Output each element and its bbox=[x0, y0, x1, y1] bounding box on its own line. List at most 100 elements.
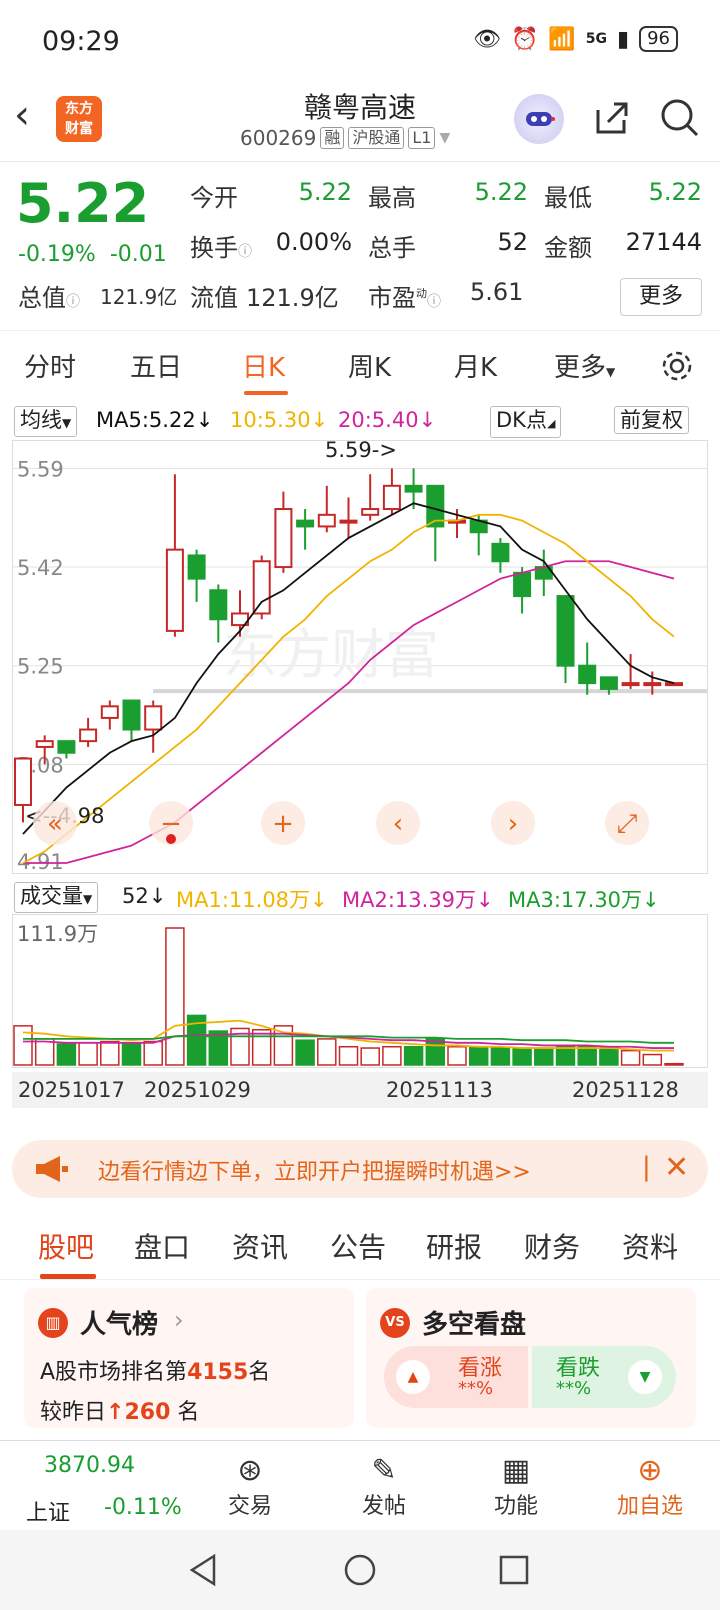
bullish-button[interactable]: ▲ 看涨 **% bbox=[384, 1346, 528, 1408]
volume-svg: 111.9万 bbox=[13, 922, 684, 1066]
volume-bar bbox=[251, 1029, 272, 1066]
pe-sup: 动 bbox=[416, 287, 427, 300]
bottom-bar: 3870.94 上证 -0.11% ⊛ 交易 ✎ 发帖 ▦ 功能 ⊕ 加自选 bbox=[0, 1440, 720, 1540]
nav-function[interactable]: ▦ 功能 bbox=[466, 1453, 566, 1520]
tab-research[interactable]: 研报 bbox=[426, 1226, 482, 1266]
share-icon[interactable] bbox=[592, 98, 632, 138]
turnover-value: 0.00% bbox=[275, 228, 352, 256]
date-label: 20251128 bbox=[572, 1078, 679, 1102]
pe-label-text: 市盈 bbox=[368, 284, 416, 312]
ma20-line bbox=[23, 560, 675, 864]
bull-bear-card[interactable]: VS 多空看盘 ▲ 看涨 **% 看跌 **% ▼ bbox=[366, 1288, 696, 1428]
rewind-button[interactable]: « bbox=[33, 801, 77, 845]
prev-icon: ‹ bbox=[393, 809, 403, 839]
rank-delta: 260 bbox=[124, 1400, 171, 1425]
active-tab-indicator bbox=[244, 391, 288, 395]
tab-daily-k[interactable]: 日K bbox=[242, 347, 285, 384]
nav-post[interactable]: ✎ 发帖 bbox=[334, 1453, 434, 1520]
info-icon: ⓘ bbox=[238, 244, 252, 260]
caret-down-icon: ▼ bbox=[606, 365, 616, 379]
rank-prefix: A股市场排名第 bbox=[40, 1360, 188, 1385]
current-price: 5.22 bbox=[16, 172, 150, 235]
stock-code-row[interactable]: 600269 融 沪股通 L1 ▼ bbox=[240, 126, 450, 150]
dk-point-button[interactable]: DK点◢ bbox=[490, 406, 562, 438]
expand-icon: ⤢ bbox=[617, 809, 638, 839]
tag-l1: L1 bbox=[408, 127, 436, 149]
chevron-right-icon: › bbox=[174, 1306, 184, 1334]
nav-trade[interactable]: ⊛ 交易 bbox=[200, 1453, 300, 1520]
volume-bar bbox=[295, 1039, 315, 1066]
caret-down-icon: ▼ bbox=[439, 130, 451, 146]
tab-finance[interactable]: 财务 bbox=[524, 1226, 580, 1266]
low-value: 5.22 bbox=[648, 178, 702, 206]
volume-bar bbox=[13, 1025, 33, 1066]
volume-selector[interactable]: 成交量▼ bbox=[14, 882, 99, 913]
kline-svg: 东方财富5.595.425.255.084.915.59-><--4.98«−+… bbox=[13, 438, 707, 874]
promo-banner[interactable]: 边看行情边下单，立即开户把握瞬时机遇>> | ✕ bbox=[12, 1140, 708, 1198]
network-label: 5G bbox=[585, 31, 607, 47]
tab-weekly-k[interactable]: 周K bbox=[348, 347, 391, 384]
candle-body bbox=[252, 560, 271, 615]
close-icon[interactable]: ✕ bbox=[664, 1150, 689, 1185]
turnover-label[interactable]: 换手ⓘ bbox=[190, 228, 252, 263]
tab-profile[interactable]: 资料 bbox=[622, 1226, 678, 1266]
volume-bar bbox=[620, 1049, 641, 1066]
expand-button[interactable]: ⤢ bbox=[605, 801, 649, 845]
ai-assistant-icon[interactable] bbox=[514, 94, 564, 144]
home-circle-icon[interactable] bbox=[342, 1552, 378, 1588]
mktcap-label[interactable]: 总值ⓘ bbox=[18, 278, 80, 313]
search-icon[interactable] bbox=[658, 96, 702, 140]
volume-bar bbox=[664, 1062, 684, 1066]
volume-bar bbox=[577, 1045, 597, 1066]
tab-pankou[interactable]: 盘口 bbox=[134, 1226, 190, 1266]
prev-button[interactable]: ‹ bbox=[376, 801, 420, 845]
tab-5day[interactable]: 五日 bbox=[130, 347, 182, 384]
candle-body bbox=[556, 595, 575, 667]
candle-body bbox=[382, 484, 401, 511]
tab-announce[interactable]: 公告 bbox=[330, 1226, 386, 1266]
back-triangle-icon[interactable] bbox=[186, 1552, 222, 1588]
ma5-label: MA5:5.22↓ bbox=[96, 408, 214, 432]
bearish-button[interactable]: 看跌 **% ▼ bbox=[532, 1346, 676, 1408]
system-nav-bar bbox=[0, 1530, 720, 1610]
tab-intraday[interactable]: 分时 bbox=[24, 347, 76, 384]
change-pct: -0.19% bbox=[18, 242, 96, 267]
date-label: 20251029 bbox=[144, 1078, 251, 1102]
open-label: 今开 bbox=[190, 184, 238, 212]
rank-line: A股市场排名第4155名 bbox=[40, 1354, 270, 1386]
tab-more[interactable]: 更多▼ bbox=[554, 347, 615, 384]
settings-icon[interactable] bbox=[660, 349, 694, 383]
volume-selector-label: 成交量 bbox=[20, 884, 83, 908]
adjust-button[interactable]: 前复权 bbox=[614, 406, 689, 434]
vol-ma2-text: MA2:13.39万 bbox=[342, 888, 477, 912]
ma20-label: 20:5.40↓ bbox=[338, 408, 437, 432]
more-button[interactable]: 更多 bbox=[620, 278, 702, 316]
ranking-icon: ▥ bbox=[38, 1308, 68, 1338]
tab-monthly-k[interactable]: 月K bbox=[454, 347, 497, 384]
pe-label[interactable]: 市盈动ⓘ bbox=[368, 278, 441, 313]
ma-selector-label: 均线 bbox=[20, 408, 62, 432]
kline-chart[interactable]: 东方财富5.595.425.255.084.915.59-><--4.98«−+… bbox=[12, 438, 708, 874]
zoom-in-button[interactable]: + bbox=[261, 801, 305, 845]
volume-chart[interactable]: 111.9万 bbox=[12, 914, 708, 1068]
tab-more-label: 更多 bbox=[554, 353, 607, 383]
volume-bar bbox=[490, 1047, 511, 1066]
candle-body bbox=[491, 542, 510, 563]
volume-bar bbox=[642, 1053, 663, 1066]
ma-selector[interactable]: 均线▼ bbox=[14, 406, 78, 437]
y-axis-label: 5.25 bbox=[17, 655, 64, 679]
eye-icon: 👁 bbox=[473, 26, 501, 52]
tab-news[interactable]: 资讯 bbox=[232, 1226, 288, 1266]
popularity-card[interactable]: ▥ 人气榜 › A股市场排名第4155名 较昨日↑260 名 bbox=[24, 1288, 354, 1428]
nav-add-watchlist[interactable]: ⊕ 加自选 bbox=[600, 1453, 700, 1520]
y-axis-label: 5.59 bbox=[17, 457, 64, 481]
volume-bar bbox=[338, 1045, 359, 1066]
recents-square-icon[interactable] bbox=[496, 1552, 532, 1588]
low-label: 最低 bbox=[544, 184, 592, 212]
next-icon: › bbox=[508, 809, 518, 839]
volume-bar bbox=[382, 1045, 402, 1066]
next-button[interactable]: › bbox=[491, 801, 535, 845]
status-icons: 👁 ⏰ 📶 5G ▮ 96 bbox=[473, 26, 678, 52]
tab-guba[interactable]: 股吧 bbox=[38, 1226, 94, 1266]
amount-value: 27144 bbox=[625, 228, 702, 256]
